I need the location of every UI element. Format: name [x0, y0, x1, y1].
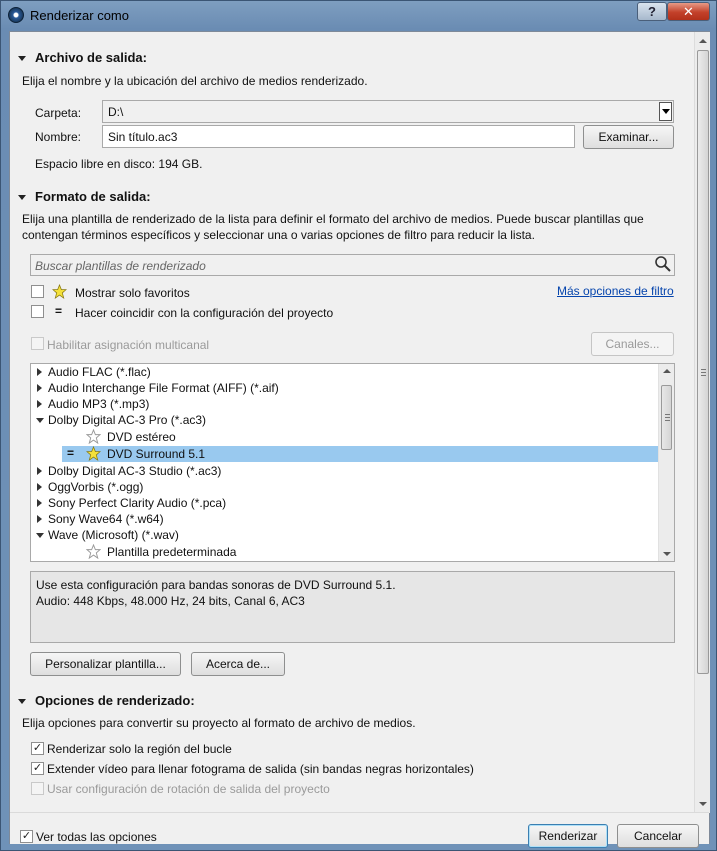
free-disk-space: Espacio libre en disco: 194 GB. — [35, 157, 203, 171]
star-favorite-icon — [52, 284, 67, 299]
output-format-section-header[interactable]: Formato de salida: — [18, 189, 151, 204]
tree-item[interactable]: OggVorbis (*.ogg) — [31, 479, 658, 495]
cancel-button[interactable]: Cancelar — [617, 824, 699, 848]
dialog-footer: ✓ Ver todas las opciones Renderizar Canc… — [10, 812, 709, 848]
loop-region-checkbox[interactable]: ✓ — [31, 742, 44, 755]
tree-item[interactable]: Dolby Digital AC-3 Studio (*.ac3) — [31, 463, 658, 479]
rotation-label: Usar configuración de rotación de salida… — [47, 782, 330, 796]
expand-arrow-icon[interactable] — [37, 483, 42, 491]
name-label: Nombre: — [35, 130, 82, 144]
collapse-triangle-icon — [18, 195, 26, 201]
template-description-line-2: Audio: 448 Kbps, 48.000 Hz, 24 bits, Can… — [36, 594, 305, 608]
browse-button[interactable]: Examinar... — [583, 125, 674, 149]
help-button[interactable]: ? — [637, 2, 667, 21]
options-scroll-area: Archivo de salida: Elija el nombre y la … — [10, 32, 693, 810]
grip-line — [665, 414, 670, 415]
output-file-section-header[interactable]: Archivo de salida: — [18, 50, 147, 65]
stretch-video-label: Extender vídeo para llenar fotograma de … — [47, 762, 474, 776]
show-all-options-checkbox[interactable]: ✓ — [20, 830, 33, 843]
scroll-up-arrow-icon[interactable] — [663, 369, 671, 373]
scrollbar-thumb[interactable] — [661, 385, 672, 450]
tree-item[interactable]: Audio Interchange File Format (AIFF) (*.… — [31, 380, 658, 396]
collapse-triangle-icon — [18, 56, 26, 62]
star-outline-icon[interactable] — [86, 429, 101, 444]
folder-value: D:\ — [108, 105, 124, 119]
about-button[interactable]: Acerca de... — [191, 652, 285, 676]
customize-template-button[interactable]: Personalizar plantilla... — [30, 652, 181, 676]
expand-arrow-icon[interactable] — [37, 515, 42, 523]
tree-item[interactable]: Wave (Microsoft) (*.wav) — [31, 527, 658, 543]
grip-line — [665, 420, 670, 421]
expand-arrow-icon[interactable] — [37, 384, 42, 392]
render-options-section-header[interactable]: Opciones de renderizado: — [18, 693, 195, 708]
scroll-up-arrow-icon[interactable] — [699, 39, 707, 43]
output-format-description-2: contengan términos específicos y selecci… — [22, 228, 535, 242]
show-all-options-label: Ver todas las opciones — [36, 830, 157, 844]
dialog-client-area: Archivo de salida: Elija el nombre y la … — [9, 31, 710, 848]
template-description-line-1: Use esta configuración para bandas sonor… — [36, 578, 396, 592]
loop-region-label: Renderizar solo la región del bucle — [47, 742, 232, 756]
grip-line — [701, 372, 706, 373]
render-button[interactable]: Renderizar — [528, 824, 608, 848]
template-tree-list[interactable]: Audio FLAC (*.flac) Audio Interchange Fi… — [30, 363, 675, 562]
expand-arrow-icon[interactable] — [37, 499, 42, 507]
expand-arrow-icon[interactable] — [37, 400, 42, 408]
grip-line — [665, 417, 670, 418]
match-project-label: Hacer coincidir con la configuración del… — [75, 306, 334, 320]
match-project-checkbox[interactable] — [31, 305, 44, 318]
tree-item-template[interactable]: DVD estéreo — [31, 429, 658, 445]
tree-item[interactable]: Dolby Digital AC-3 Pro (*.ac3) — [31, 412, 658, 428]
favorites-only-label: Mostrar solo favoritos — [75, 286, 190, 300]
rotation-checkbox[interactable] — [31, 782, 44, 795]
output-file-header-label: Archivo de salida: — [35, 50, 147, 65]
render-options-description: Elija opciones para convertir su proyect… — [22, 716, 416, 730]
tree-item[interactable]: Sony Perfect Clarity Audio (*.pca) — [31, 495, 658, 511]
stretch-video-checkbox[interactable]: ✓ — [31, 762, 44, 775]
match-project-icon: = — [55, 304, 63, 318]
tree-scrollbar[interactable] — [658, 364, 674, 561]
grip-line — [701, 369, 706, 370]
render-options-header-label: Opciones de renderizado: — [35, 693, 195, 708]
app-icon — [8, 7, 24, 23]
render-as-window: Renderizar como ? ✕ Archivo de salida: E… — [0, 0, 717, 851]
channels-button[interactable]: Canales... — [591, 332, 674, 356]
star-outline-icon[interactable] — [86, 544, 101, 559]
template-search-input[interactable]: Buscar plantillas de renderizado — [30, 254, 675, 276]
chevron-down-icon[interactable] — [659, 102, 672, 121]
template-description-box: Use esta configuración para bandas sonor… — [30, 571, 675, 643]
scroll-down-arrow-icon[interactable] — [663, 552, 671, 556]
tree-item[interactable]: Audio FLAC (*.flac) — [31, 364, 658, 380]
output-format-description-1: Elija una plantilla de renderizado de la… — [22, 212, 644, 226]
scrollbar-thumb[interactable] — [697, 50, 709, 674]
expand-arrow-icon[interactable] — [37, 467, 42, 475]
collapse-arrow-icon[interactable] — [36, 418, 44, 423]
scroll-down-arrow-icon[interactable] — [699, 802, 707, 806]
tree-item[interactable]: Sony Wave64 (*.w64) — [31, 511, 658, 527]
folder-combobox[interactable]: D:\ — [102, 100, 674, 123]
grip-line — [701, 375, 706, 376]
multichannel-label: Habilitar asignación multicanal — [47, 338, 210, 352]
window-title: Renderizar como — [30, 8, 129, 23]
folder-label: Carpeta: — [35, 106, 82, 120]
output-format-header-label: Formato de salida: — [35, 189, 151, 204]
collapse-arrow-icon[interactable] — [36, 533, 44, 538]
search-icon[interactable] — [653, 255, 673, 273]
tree-item-template-selected[interactable]: = DVD Surround 5.1 — [62, 446, 658, 462]
more-filter-options-link[interactable]: Más opciones de filtro — [557, 284, 674, 298]
match-project-icon: = — [67, 446, 75, 460]
favorites-only-checkbox[interactable] — [31, 285, 44, 298]
expand-arrow-icon[interactable] — [37, 368, 42, 376]
tree-item[interactable]: Audio MP3 (*.mp3) — [31, 396, 658, 412]
multichannel-checkbox[interactable] — [31, 337, 44, 350]
dialog-scrollbar[interactable] — [694, 32, 710, 813]
close-button[interactable]: ✕ — [667, 2, 710, 21]
title-bar[interactable]: Renderizar como ? ✕ — [1, 1, 716, 29]
output-file-description: Elija el nombre y la ubicación del archi… — [22, 74, 368, 88]
star-favorite-icon[interactable] — [86, 446, 101, 461]
tree-item-template[interactable]: Plantilla predeterminada — [31, 544, 658, 560]
collapse-triangle-icon — [18, 699, 26, 705]
file-name-input[interactable]: Sin título.ac3 — [102, 125, 575, 148]
